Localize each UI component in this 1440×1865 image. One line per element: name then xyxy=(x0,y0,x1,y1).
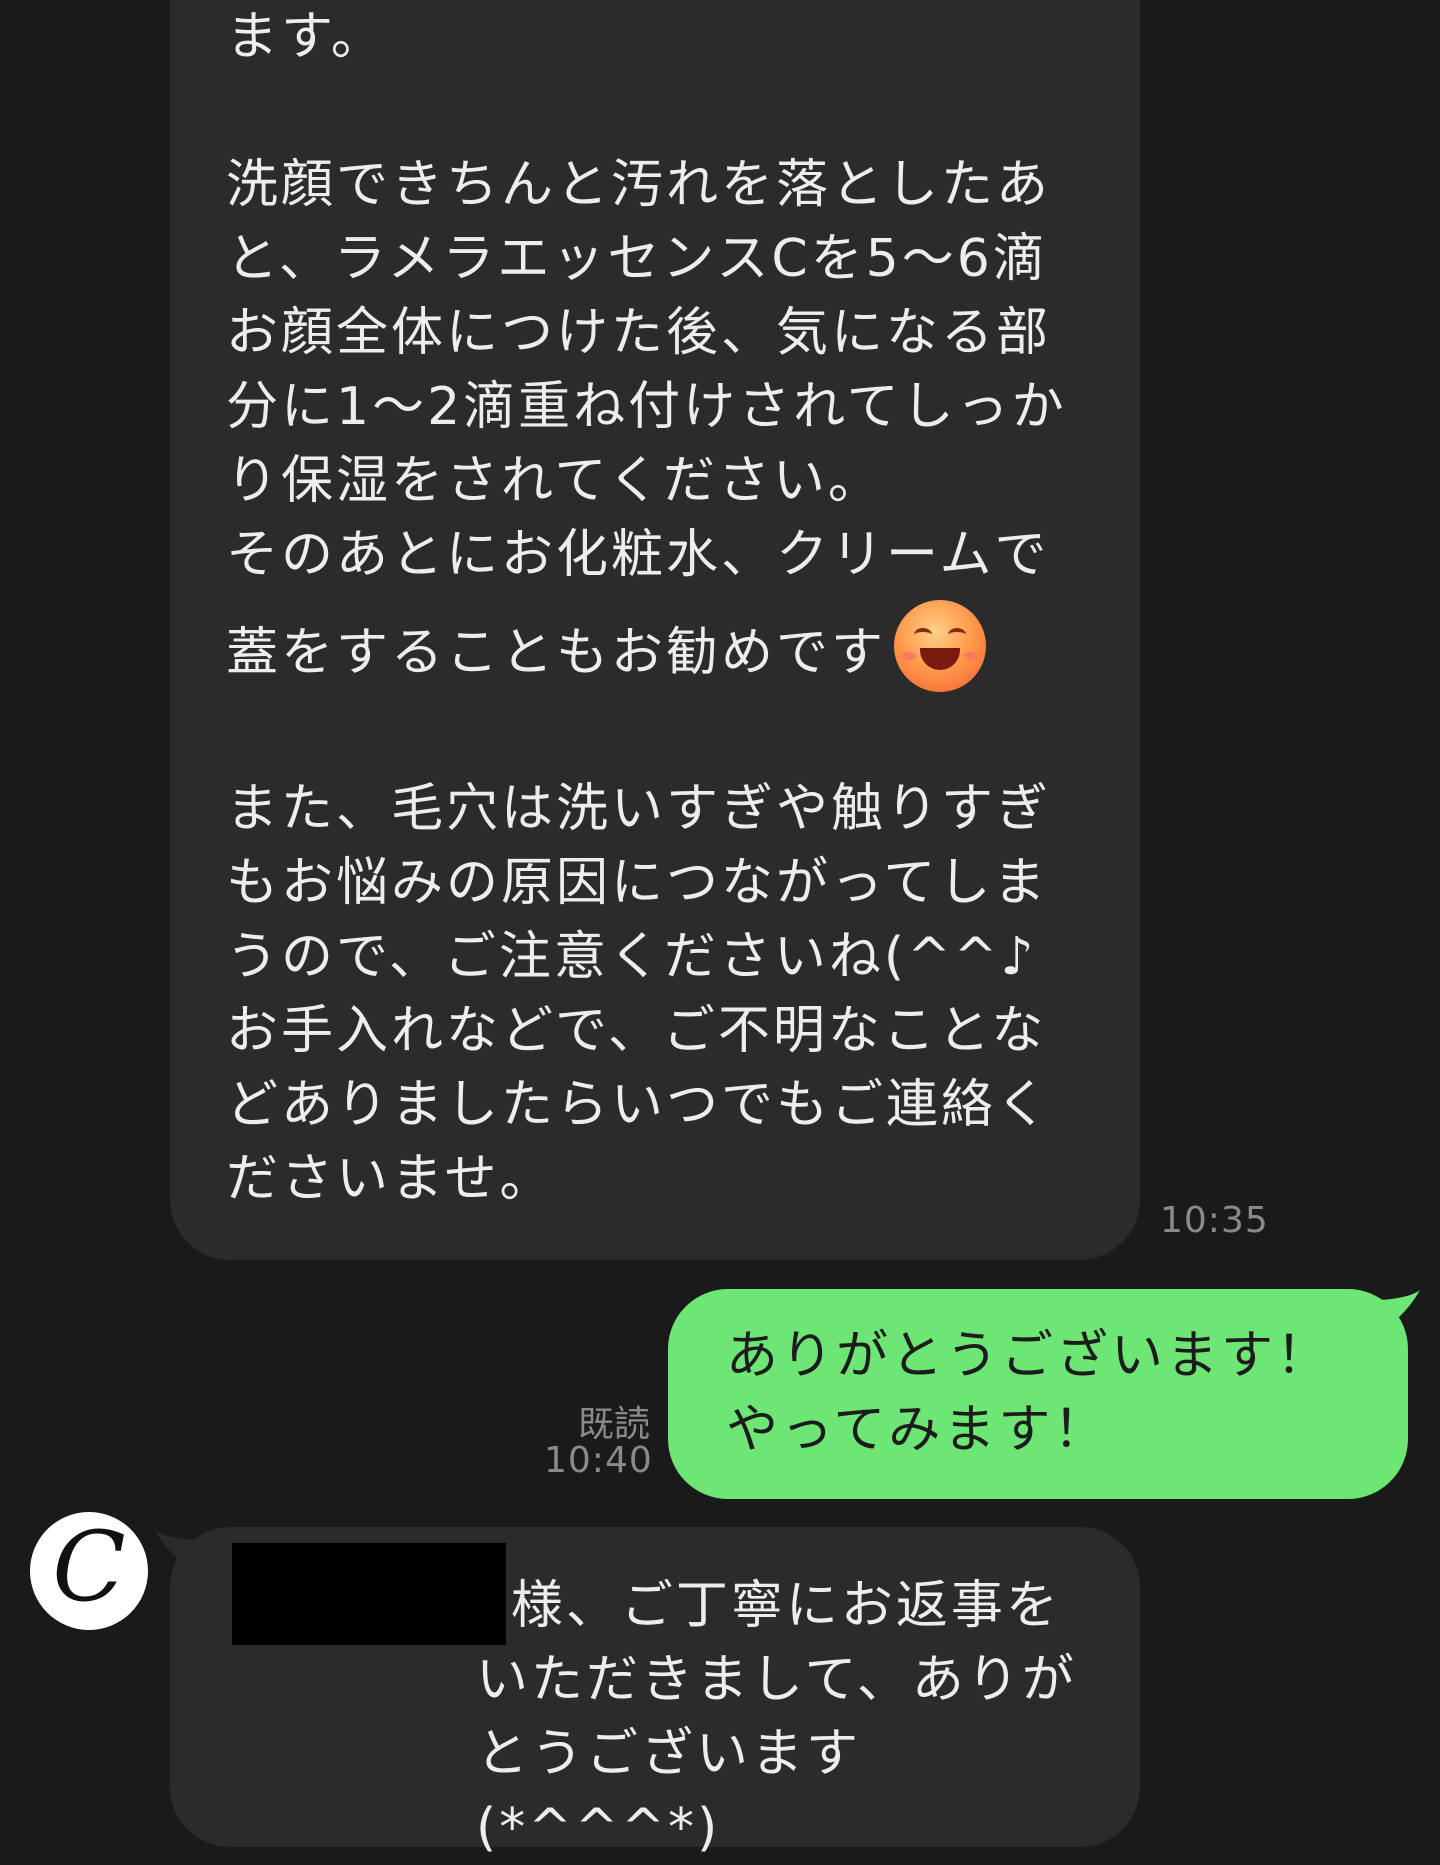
message-text: ます。 xyxy=(226,7,386,67)
smiling-face-emoji-icon xyxy=(894,600,987,692)
message-timestamp: 10:40 xyxy=(544,1440,653,1481)
message-text-line: 蓋をすることもお勧めです xyxy=(226,600,1090,692)
redacted-name-block xyxy=(232,1543,506,1645)
message-text: o様、ご丁寧にお返事をいただきまして、ありがとうございます(*^^^*) xyxy=(476,1576,1077,1858)
avatar-logo-letter: C xyxy=(52,1512,126,1623)
incoming-message-bubble[interactable]: ます。 洗顔できちんと汚れを落としたあと、ラメラエッセンスCを5〜6滴お顔全体に… xyxy=(170,0,1140,1260)
message-timestamp: 10:35 xyxy=(1160,1200,1269,1241)
message-text: ありがとうございます！ やってみます！ xyxy=(726,1326,1332,1460)
message-text: 蓋をすることもお勧めです xyxy=(226,623,887,683)
outgoing-message-bubble[interactable]: ありがとうございます！ やってみます！ xyxy=(668,1289,1408,1499)
message-text: また、毛穴は洗いすぎや触りすぎもお悩みの原因につながってしまうので、ご注意くださ… xyxy=(226,779,1052,1209)
message-text: 洗顔できちんと汚れを落としたあと、ラメラエッセンスCを5〜6滴お顔全体につけた後… xyxy=(226,155,1067,585)
sender-avatar[interactable]: C xyxy=(30,1512,148,1630)
